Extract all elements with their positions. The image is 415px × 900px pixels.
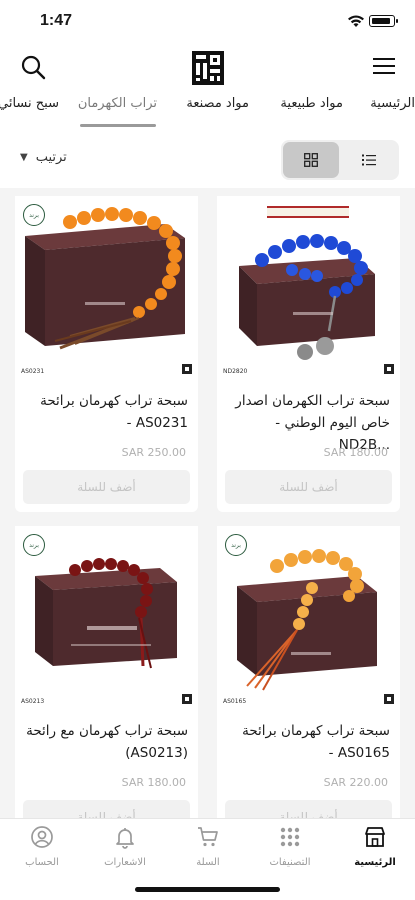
nav-account[interactable]: الحساب (7, 825, 77, 868)
nav-home[interactable]: الرئيسية (340, 825, 410, 868)
brand-badge-icon: برند (225, 534, 247, 556)
add-to-cart-button[interactable]: أضف للسلة (225, 800, 392, 818)
add-to-cart-button[interactable]: أضف للسلة (23, 800, 190, 818)
nav-categories[interactable]: التصنيفات (255, 825, 325, 868)
product-card[interactable]: برند AS0165 سبحة تراب كهرمان برائحة AS01… (217, 526, 400, 818)
tab-womens-rosaries[interactable]: سبح نسائي (0, 96, 59, 111)
qr-code-icon (384, 694, 394, 704)
brand-badge-icon: برند (23, 534, 45, 556)
category-tabs: الرئيسية مواد طبيعية مواد مصنعة تراب الك… (0, 90, 415, 130)
nav-label: الرئيسية (354, 857, 396, 868)
product-sku: AS0213 (21, 698, 45, 705)
product-title[interactable]: سبحة تراب كهرمان برائحة AS0231 - (23, 390, 188, 434)
toolbar: ▼ ترتيب (0, 138, 415, 182)
tab-natural-materials[interactable]: مواد طبيعية (280, 96, 343, 111)
product-image[interactable] (217, 196, 400, 368)
nav-label: الاشعارات (104, 857, 146, 868)
search-icon[interactable] (20, 54, 46, 80)
product-title[interactable]: سبحة تراب كهرمان برائحة AS0165 - (225, 720, 390, 764)
product-price: SAR 180.00 (323, 446, 388, 459)
bottom-navigation: الرئيسية التصنيفات السلة الاشعارات الحسا… (0, 818, 415, 900)
status-time: 1:47 (40, 12, 73, 29)
product-sku: AS0231 (21, 368, 45, 375)
battery-icon (369, 15, 398, 27)
add-to-cart-button[interactable]: أضف للسلة (225, 470, 392, 504)
tab-amber-soil[interactable]: تراب الكهرمان (78, 96, 157, 111)
product-card[interactable]: برند AS0213 سبحة تراب كهرمان مع رائحة (A… (15, 526, 198, 818)
product-sku: ND2820 (223, 368, 248, 375)
brand-badge-icon: برند (23, 204, 45, 226)
sort-label: ترتيب (35, 150, 67, 165)
qr-code-icon (182, 694, 192, 704)
cart-icon (198, 827, 218, 847)
tab-home[interactable]: الرئيسية (370, 96, 415, 111)
store-icon (365, 827, 385, 847)
chevron-down-icon: ▼ (20, 152, 28, 163)
grid-dots-icon (280, 827, 300, 847)
product-grid: ND2820 سبحة تراب الكهرمان اصدار خاص اليو… (0, 188, 415, 818)
product-card[interactable]: برند AS0231 سبحة تراب كهرمان برائحة AS02… (15, 196, 198, 512)
nav-label: التصنيفات (269, 857, 311, 868)
nav-notifications[interactable]: الاشعارات (90, 825, 160, 868)
qr-code-icon (384, 364, 394, 374)
bell-icon (116, 828, 134, 849)
nav-cart[interactable]: السلة (173, 825, 243, 868)
view-toggle (281, 140, 399, 180)
grid-view-button[interactable] (283, 142, 339, 178)
add-to-cart-button[interactable]: أضف للسلة (23, 470, 190, 504)
active-tab-indicator (80, 124, 156, 127)
wifi-icon (348, 15, 364, 27)
list-view-button[interactable] (341, 142, 397, 178)
nav-label: الحساب (25, 857, 59, 868)
product-price: SAR 220.00 (323, 776, 388, 789)
nav-label: السلة (196, 857, 220, 868)
qr-code-icon (182, 364, 192, 374)
home-indicator[interactable] (135, 887, 280, 892)
list-view-icon (362, 154, 376, 166)
brand-logo-icon[interactable] (191, 50, 225, 86)
sort-dropdown[interactable]: ▼ ترتيب (20, 150, 67, 165)
grid-view-icon (304, 153, 318, 167)
product-title[interactable]: سبحة تراب كهرمان مع رائحة (AS0213) (23, 720, 188, 764)
hamburger-menu-icon[interactable] (373, 56, 395, 76)
product-card[interactable]: ND2820 سبحة تراب الكهرمان اصدار خاص اليو… (217, 196, 400, 512)
status-bar: 1:47 (0, 0, 415, 44)
account-icon (31, 826, 53, 848)
app-header (0, 44, 415, 90)
product-sku: AS0165 (223, 698, 247, 705)
tab-manufactured-materials[interactable]: مواد مصنعة (186, 96, 249, 111)
product-price: SAR 180.00 (121, 776, 186, 789)
product-price: SAR 250.00 (121, 446, 186, 459)
